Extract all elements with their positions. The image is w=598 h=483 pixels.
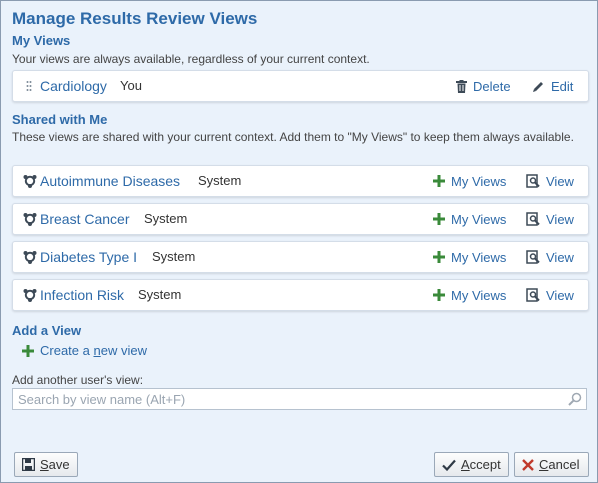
checkmark-icon xyxy=(442,459,456,471)
floppy-icon xyxy=(22,458,35,471)
view-button[interactable]: View xyxy=(526,204,574,234)
edit-button[interactable]: Edit xyxy=(532,71,573,101)
trash-icon xyxy=(456,79,467,93)
create-new-view-link[interactable]: Create a n ew view xyxy=(22,343,147,358)
view-name[interactable]: Cardiology xyxy=(40,71,107,101)
delete-label: Delete xyxy=(473,78,511,94)
magnify-doc-icon xyxy=(526,288,540,302)
plus-icon xyxy=(433,289,445,301)
create-suffix: ew view xyxy=(100,343,147,358)
view-owner: System xyxy=(198,173,242,188)
shared-view-card[interactable]: Infection Risk System My Views View xyxy=(12,279,589,311)
view-owner: System xyxy=(138,287,182,302)
view-owner: System xyxy=(152,249,196,264)
view-name[interactable]: Diabetes Type I xyxy=(40,242,137,272)
view-button[interactable]: View xyxy=(526,166,574,196)
add-label: My Views xyxy=(451,173,507,189)
magnify-doc-icon xyxy=(526,250,540,264)
shared-view-icon xyxy=(23,204,37,234)
edit-label: Edit xyxy=(551,78,574,94)
plus-icon xyxy=(433,175,445,187)
drag-handle-icon[interactable] xyxy=(26,71,32,101)
add-to-my-views-button[interactable]: My Views xyxy=(433,242,506,272)
add-label: My Views xyxy=(451,211,507,227)
search-box[interactable] xyxy=(12,388,587,410)
plus-icon xyxy=(433,251,445,263)
save-mnemonic: S xyxy=(40,457,49,472)
add-to-my-views-button[interactable]: My Views xyxy=(433,166,506,196)
manage-views-dialog: Manage Results Review Views My Views You… xyxy=(0,0,598,483)
create-prefix: Create a xyxy=(40,343,94,358)
add-to-my-views-button[interactable]: My Views xyxy=(433,204,506,234)
add-view-heading: Add a View xyxy=(12,323,82,338)
dialog-title: Manage Results Review Views xyxy=(12,9,258,28)
x-icon xyxy=(522,458,534,471)
create-mnemonic: n xyxy=(93,343,101,358)
view-label: View xyxy=(546,211,574,227)
shared-view-icon xyxy=(23,166,37,196)
shared-view-card[interactable]: Breast Cancer System My Views View xyxy=(12,203,589,235)
view-owner: System xyxy=(144,211,188,226)
my-views-description: Your views are always available, regardl… xyxy=(12,52,370,66)
save-button[interactable]: Save xyxy=(14,452,78,477)
accept-mnemonic: A xyxy=(461,457,470,472)
cancel-button[interactable]: Cancel xyxy=(514,452,589,477)
view-button[interactable]: View xyxy=(526,242,574,272)
view-label: View xyxy=(546,287,574,303)
save-label: ave xyxy=(48,457,70,472)
accept-label: ccept xyxy=(469,457,501,472)
add-label: My Views xyxy=(451,287,507,303)
shared-view-card[interactable]: Diabetes Type I System My Views View xyxy=(12,241,589,273)
my-views-heading: My Views xyxy=(12,33,71,48)
search-input[interactable] xyxy=(13,389,558,409)
plus-icon xyxy=(22,344,34,357)
view-name[interactable]: Breast Cancer xyxy=(40,204,129,234)
my-view-card-cardiology[interactable]: Cardiology You Delete Edit xyxy=(12,70,589,102)
cancel-label: ancel xyxy=(548,457,580,472)
pencil-icon xyxy=(533,81,543,92)
shared-view-icon xyxy=(23,280,37,310)
plus-icon xyxy=(433,213,445,225)
magnify-doc-icon xyxy=(526,212,540,226)
other-user-label: Add another user's view: xyxy=(12,373,144,387)
view-label: View xyxy=(546,249,574,265)
delete-button[interactable]: Delete xyxy=(456,71,511,101)
view-owner: You xyxy=(120,78,142,93)
shared-description: These views are shared with your current… xyxy=(12,130,574,144)
view-button[interactable]: View xyxy=(526,280,574,310)
shared-view-icon xyxy=(23,242,37,272)
shared-heading: Shared with Me xyxy=(12,112,108,127)
view-name[interactable]: Infection Risk xyxy=(40,280,124,310)
view-name[interactable]: Autoimmune Diseases xyxy=(40,166,180,196)
add-to-my-views-button[interactable]: My Views xyxy=(433,280,506,310)
accept-button[interactable]: Accept xyxy=(434,452,509,477)
magnify-doc-icon xyxy=(526,174,540,188)
add-label: My Views xyxy=(451,249,507,265)
shared-view-card[interactable]: Autoimmune Diseases System My Views View xyxy=(12,165,589,197)
search-icon[interactable] xyxy=(568,392,582,409)
view-label: View xyxy=(546,173,574,189)
cancel-mnemonic: C xyxy=(539,457,549,472)
